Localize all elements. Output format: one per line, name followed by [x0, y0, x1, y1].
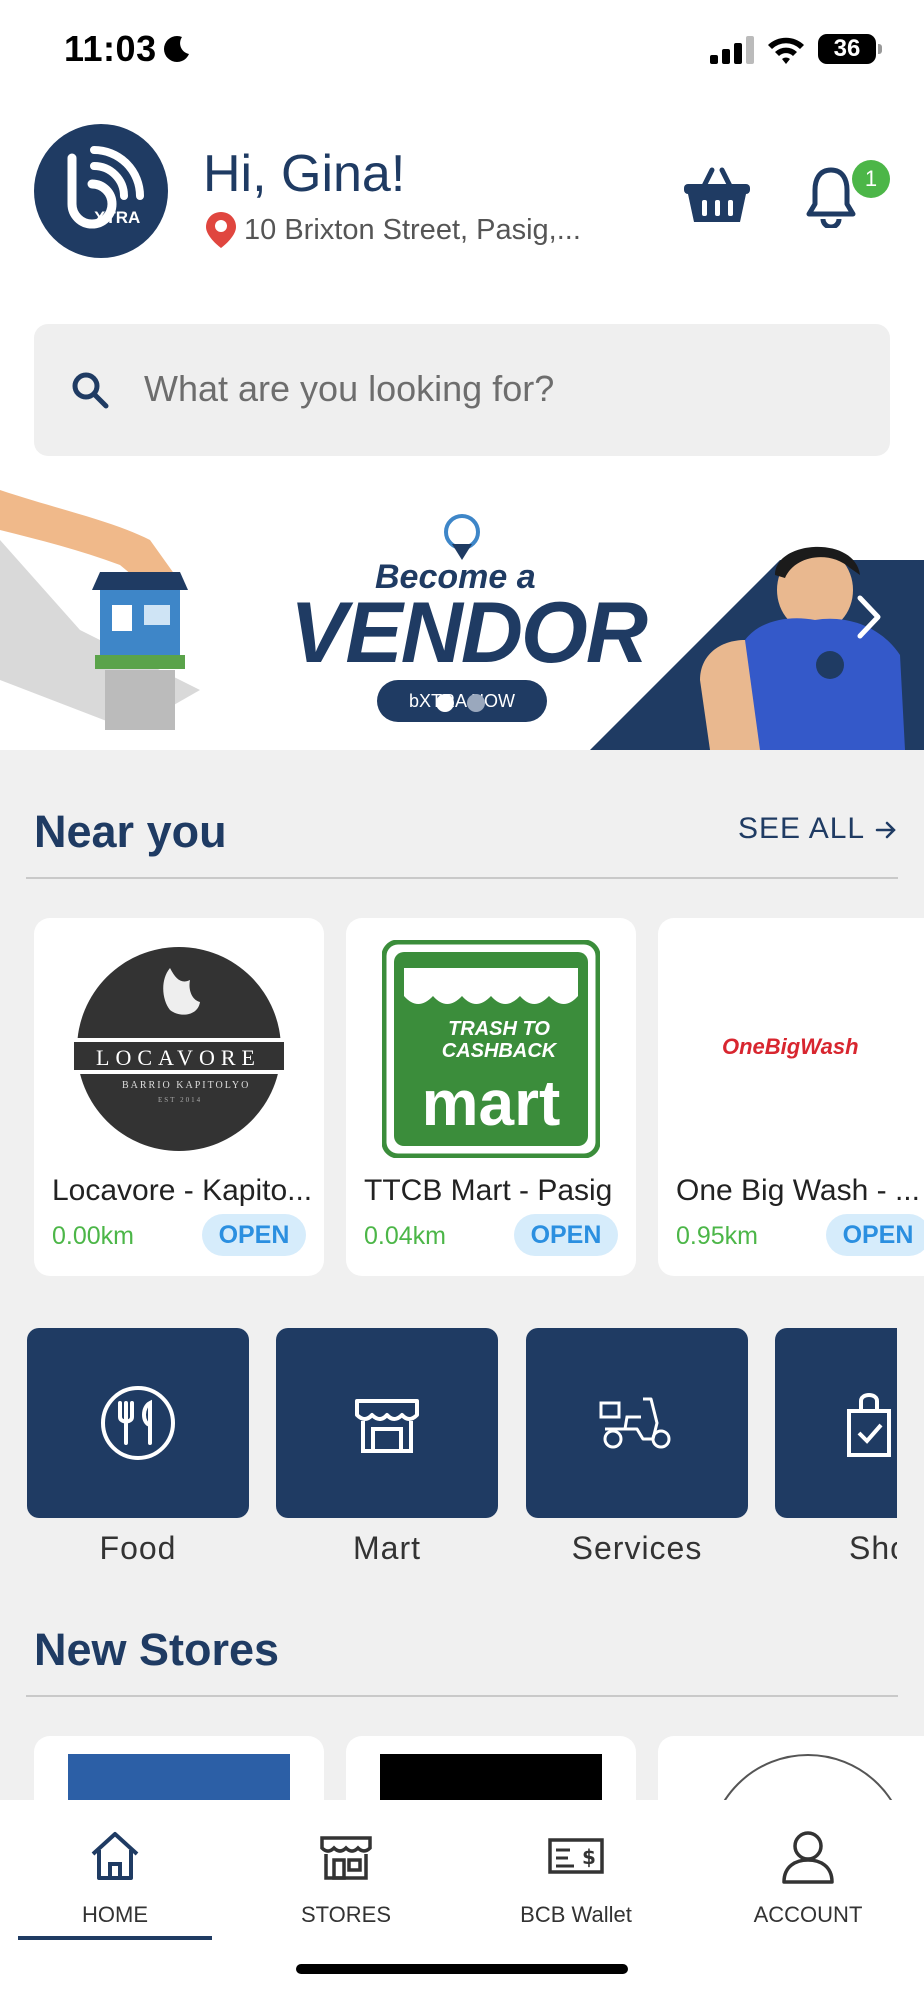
category-services[interactable] [526, 1328, 748, 1518]
store-card[interactable]: LOCAVORE BARRIO KAPITOLYO EST 2014 Locav… [34, 918, 324, 1276]
ttcb-logo-subtext: mart [421, 1067, 561, 1139]
food-icon [101, 1386, 175, 1460]
store-distance: 0.00km [52, 1222, 134, 1250]
arrow-right-icon [876, 821, 897, 839]
battery-level: 36 [833, 35, 861, 62]
status-badge: OPEN [826, 1214, 924, 1256]
see-all-label: SEE ALL [738, 812, 864, 845]
store-name: One Big Wash - ... [676, 1174, 920, 1207]
nav-account[interactable]: ACCOUNT [708, 1826, 908, 1928]
nav-stores[interactable]: STORES [246, 1826, 446, 1928]
basket-icon[interactable] [682, 166, 752, 226]
new-stores-title: New Stores [34, 1624, 280, 1675]
chevron-right-icon[interactable] [854, 592, 884, 642]
bxtra-logo[interactable]: XTRA [34, 124, 168, 258]
locavore-logo-subtext: BARRIO KAPITOLYO [122, 1080, 251, 1091]
promo-banner[interactable]: Become a VENDOR bXTRA NOW [0, 480, 924, 750]
nav-home[interactable]: HOME [15, 1826, 215, 1928]
bell-icon[interactable] [806, 166, 856, 228]
account-icon [782, 1831, 834, 1884]
nav-label: BCB Wallet [520, 1902, 632, 1927]
greeting: Hi, Gina! [203, 145, 406, 203]
store-icon [355, 1399, 419, 1453]
scooter-icon [599, 1397, 671, 1449]
bxtra-logo-mark [67, 146, 144, 229]
category-mart[interactable] [276, 1328, 498, 1518]
location-pin-icon [206, 212, 236, 248]
category-label: Services [571, 1530, 703, 1566]
carousel-dot[interactable] [467, 694, 485, 712]
near-you-divider [26, 877, 898, 879]
nav-wallet[interactable]: $ BCB Wallet [476, 1826, 676, 1928]
nav-label: STORES [300, 1902, 392, 1927]
onebigwash-logo: OneBigWash [722, 1034, 859, 1059]
search-section: What are you looking for? [0, 300, 924, 480]
near-you-title: Near you [34, 806, 227, 857]
signal-icon [710, 36, 754, 64]
carousel-dot-active[interactable] [436, 694, 454, 712]
banner-cta-button[interactable]: bXTRA NOW [377, 680, 547, 722]
store-card[interactable]: TRASH TO CASHBACK mart TTCB Mart - Pasig… [346, 918, 636, 1276]
locavore-logo-text: LOCAVORE [96, 1045, 261, 1070]
shopping-bag-icon [847, 1393, 891, 1457]
battery-indicator: 36 [818, 34, 882, 64]
delivery-address[interactable]: 10 Brixton Street, Pasig,... [204, 210, 581, 250]
category-label: Food [99, 1530, 177, 1566]
store-distance: 0.04km [364, 1222, 446, 1250]
moon-icon [164, 36, 189, 62]
search-placeholder: What are you looking for? [144, 368, 555, 409]
see-all-link[interactable]: SEE ALL [738, 812, 897, 846]
category-food[interactable] [27, 1328, 249, 1518]
store-distance: 0.95km [676, 1222, 758, 1250]
store-name: TTCB Mart - Pasig [364, 1174, 613, 1207]
home-indicator [296, 1964, 628, 1974]
status-bar: 11:03 36 [0, 0, 924, 100]
category-label: Sho [849, 1530, 897, 1566]
address-text: 10 Brixton Street, Pasig,... [244, 213, 581, 246]
nav-label: HOME [82, 1902, 148, 1927]
ttcb-logo-text: TRASH TO CASHBACK [441, 1018, 557, 1062]
category-shop[interactable] [775, 1328, 897, 1518]
new-stores-divider [26, 1695, 898, 1697]
header: XTRA Hi, Gina! 10 Brixton Street, Pasig,… [0, 100, 924, 300]
category-label: Mart [353, 1530, 421, 1566]
wallet-icon: $ [548, 1838, 604, 1874]
notification-badge: 1 [852, 160, 890, 198]
nav-label: ACCOUNT [753, 1902, 863, 1927]
search-input[interactable]: What are you looking for? [34, 324, 890, 456]
search-icon [72, 372, 109, 409]
store-icon [320, 1836, 372, 1880]
status-badge: OPEN [514, 1214, 618, 1256]
banner-title-line2: VENDOR [290, 585, 648, 681]
locavore-logo-est: EST 2014 [158, 1096, 203, 1104]
status-time: 11:03 [64, 28, 157, 69]
store-name: Locavore - Kapito... [52, 1174, 313, 1207]
status-badge: OPEN [202, 1214, 306, 1256]
svg-text:$: $ [582, 1845, 596, 1869]
logo-text: XTRA [94, 208, 141, 227]
nav-active-indicator [18, 1936, 212, 1940]
store-card[interactable]: OneBigWash One Big Wash - ... 0.95km OPE… [658, 918, 924, 1276]
home-icon [91, 1832, 139, 1880]
wifi-icon [768, 37, 804, 64]
